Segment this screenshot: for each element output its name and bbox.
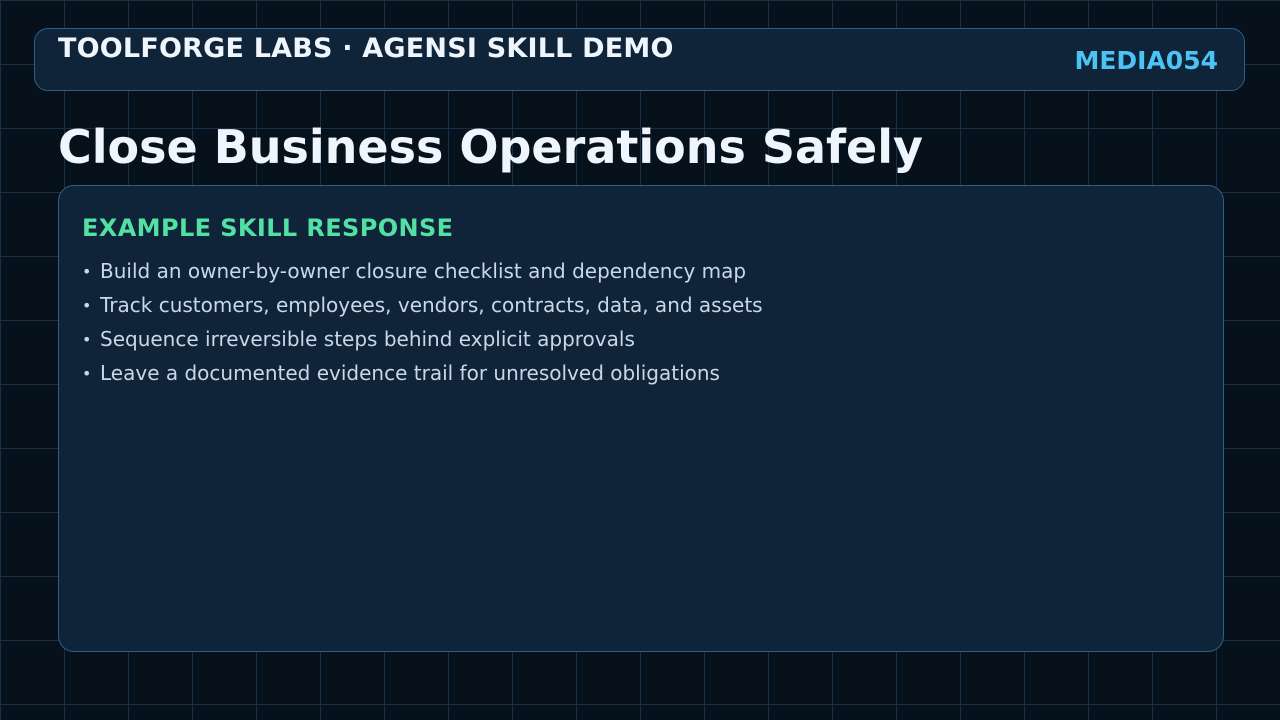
brand-title: TOOLFORGE LABS · AGENSI SKILL DEMO <box>58 33 674 64</box>
page-title: Close Business Operations Safely <box>58 120 923 174</box>
skill-response-card: EXAMPLE SKILL RESPONSE • Build an owner-… <box>58 185 1224 652</box>
header-bar: TOOLFORGE LABS · AGENSI SKILL DEMO MEDIA… <box>34 28 1245 91</box>
list-item-text: Track customers, employees, vendors, con… <box>100 293 763 317</box>
list-item-text: Leave a documented evidence trail for un… <box>100 361 720 385</box>
list-item: • Sequence irreversible steps behind exp… <box>82 322 763 356</box>
list-item: • Build an owner-by-owner closure checkl… <box>82 254 763 288</box>
media-id-label: MEDIA054 <box>1074 46 1218 75</box>
list-item: • Leave a documented evidence trail for … <box>82 356 763 390</box>
list-item-text: Sequence irreversible steps behind expli… <box>100 327 635 351</box>
bullet-icon: • <box>82 363 92 383</box>
bullet-list: • Build an owner-by-owner closure checkl… <box>82 254 763 390</box>
bullet-icon: • <box>82 329 92 349</box>
bullet-icon: • <box>82 261 92 281</box>
list-item-text: Build an owner-by-owner closure checklis… <box>100 259 747 283</box>
bullet-icon: • <box>82 295 92 315</box>
list-item: • Track customers, employees, vendors, c… <box>82 288 763 322</box>
section-heading: EXAMPLE SKILL RESPONSE <box>82 214 454 242</box>
